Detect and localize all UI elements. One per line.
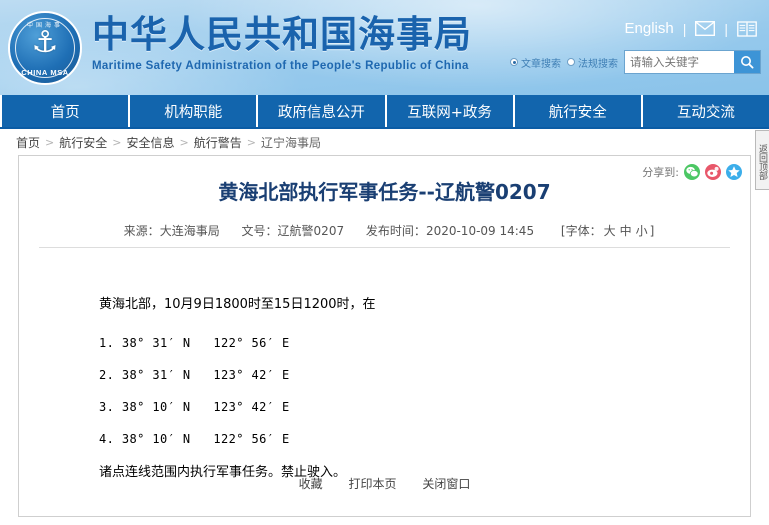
search-scope-regulation-label: 法规搜索 [578, 58, 618, 70]
breadcrumb-separator: > [45, 135, 55, 149]
favorite-link[interactable]: 收藏 [299, 477, 323, 491]
breadcrumb-item-home[interactable]: 首页 [16, 134, 40, 151]
page-root: 中国海事 ⚓ CHINA MSA 中华人民共和国海事局 Maritime Saf… [0, 0, 769, 525]
breadcrumb-item-liaoning-msa: 辽宁海事局 [260, 135, 321, 150]
meta-docno: 文号：辽航警0207 [242, 222, 345, 239]
wechat-icon[interactable] [684, 164, 700, 180]
nav-item-gov-info[interactable]: 政府信息公开 [258, 95, 387, 127]
book-icon[interactable] [737, 20, 757, 37]
share-row: 分享到: [642, 164, 742, 180]
breadcrumb-item-navigation-warning[interactable]: 航行警告 [194, 134, 242, 151]
radio-icon-regulation[interactable] [567, 58, 575, 66]
qzone-icon[interactable] [726, 164, 742, 180]
logo-emblem: 中国海事 ⚓ CHINA MSA [8, 11, 82, 85]
brand-block: 中华人民共和国海事局 Maritime Safety Administratio… [92, 13, 472, 72]
brand-title-en: Maritime Safety Administration of the Pe… [92, 60, 469, 72]
weibo-icon[interactable] [705, 164, 721, 180]
font-size-large[interactable]: 大 [604, 224, 616, 238]
share-label: 分享到: [642, 166, 679, 179]
font-size-prefix: [字体： [560, 224, 602, 238]
envelope-icon[interactable] [695, 21, 716, 36]
search-scope-article-label: 文章搜索 [521, 58, 561, 70]
font-size-suffix: ] [649, 224, 655, 238]
nav-item-home[interactable]: 首页 [0, 95, 131, 127]
coordinate-list: 1. 38° 31′ N 122° 56′ E 2. 38° 31′ N 123… [99, 330, 750, 452]
list-item: 4. 38° 10′ N 122° 56′ E [99, 432, 290, 446]
article-footer-links: 收藏 打印本页 关闭窗口 [19, 475, 750, 492]
utility-separator-1: | [682, 20, 687, 37]
english-link[interactable]: English [625, 20, 674, 37]
nav-item-internet-gov[interactable]: 互联网+政务 [386, 95, 515, 127]
font-size-medium[interactable]: 中 [620, 224, 632, 238]
breadcrumb-item-navigation-safety[interactable]: 航行安全 [59, 134, 107, 151]
search-input[interactable] [625, 51, 734, 73]
meta-docno-value: 辽航警0207 [277, 224, 345, 238]
print-page-link[interactable]: 打印本页 [348, 477, 396, 491]
header-utility-links: English | | [625, 20, 757, 37]
header-search-area: 文章搜索 法规搜索 [510, 50, 761, 74]
article-panel: 分享到: 黄海北部执行军事任务--辽航警0207 来源：大连海事局 文号：辽航警… [18, 155, 751, 517]
nav-item-navigation-safety[interactable]: 航行安全 [514, 95, 643, 127]
back-to-top-tab[interactable]: 返回顶部 [755, 130, 769, 190]
meta-time-value: 2020-10-09 14:45 [425, 224, 535, 238]
article-title: 黄海北部执行军事任务--辽航警0207 [218, 180, 551, 204]
brand-title-cn: 中华人民共和国海事局 [92, 13, 472, 56]
utility-separator-2: | [724, 20, 728, 37]
site-logo[interactable]: 中国海事 ⚓ CHINA MSA [8, 11, 84, 87]
list-item: 1. 38° 31′ N 122° 56′ E [99, 336, 290, 350]
search-scope-regulation[interactable]: 法规搜索 [567, 55, 618, 70]
list-item: 2. 38° 31′ N 123° 42′ E [99, 368, 290, 382]
font-size-control: [字体：大中小] [561, 222, 654, 239]
radio-icon-article[interactable] [510, 58, 518, 66]
list-item: 3. 38° 10′ N 123° 42′ E [99, 400, 290, 414]
breadcrumb: 首页 > 航行安全 > 安全信息 > 航行警告 > 辽宁海事局 [0, 129, 769, 155]
meta-time-label: 发布时间： [365, 224, 426, 238]
logo-english-arc-text: CHINA MSA [21, 68, 69, 77]
nav-item-functions[interactable]: 机构职能 [130, 95, 259, 127]
search-scope-article[interactable]: 文章搜索 [510, 55, 561, 70]
search-box [624, 50, 761, 74]
meta-docno-label: 文号： [241, 224, 278, 238]
search-button[interactable] [734, 51, 760, 73]
article-meta: 来源：大连海事局 文号：辽航警0207 发布时间：2020-10-09 14:4… [39, 222, 730, 248]
meta-source: 来源：大连海事局 [124, 222, 220, 239]
breadcrumb-item-safety-info[interactable]: 安全信息 [126, 134, 174, 151]
article-intro-line: 黄海北部，10月9日1800时至15日1200时，在 [99, 297, 376, 312]
site-header: 中国海事 ⚓ CHINA MSA 中华人民共和国海事局 Maritime Saf… [0, 0, 769, 95]
article-body: 黄海北部，10月9日1800时至15日1200时，在 1. 38° 31′ N … [19, 248, 750, 486]
search-icon [741, 56, 754, 69]
breadcrumb-separator: > [179, 135, 189, 149]
main-navigation: 首页 机构职能 政府信息公开 互联网+政务 航行安全 互动交流 [0, 95, 769, 129]
nav-item-interaction[interactable]: 互动交流 [642, 95, 769, 127]
meta-source-label: 来源： [123, 224, 160, 238]
breadcrumb-separator: > [112, 135, 122, 149]
anchor-icon: ⚓ [31, 26, 59, 59]
font-size-small[interactable]: 小 [636, 224, 648, 238]
meta-publish-time: 发布时间：2020-10-09 14:45 [366, 222, 534, 239]
close-window-link[interactable]: 关闭窗口 [422, 477, 470, 491]
meta-source-value: 大连海事局 [159, 224, 220, 238]
breadcrumb-separator: > [246, 135, 256, 149]
